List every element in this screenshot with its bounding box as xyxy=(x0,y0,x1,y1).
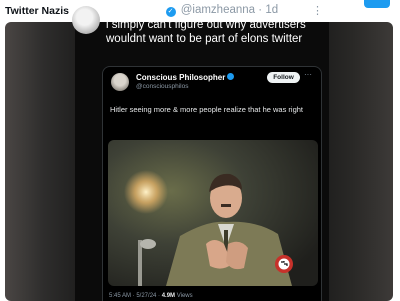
verified-badge-icon: ✓ xyxy=(165,7,176,17)
separator-dot: · xyxy=(258,4,263,16)
quote-author-handle[interactable]: @consciousphilos xyxy=(136,83,189,90)
quote-image-graphic xyxy=(108,140,318,286)
author-name[interactable]: apophene xyxy=(106,4,160,16)
quote-verified-badge-icon xyxy=(227,73,235,80)
tweet-header: apophene ✓ @iamzheanna · 1d xyxy=(106,4,278,17)
screenshot: Twitter Nazis apophene ✓ @iamzheanna · 1… xyxy=(0,0,400,301)
quote-image[interactable] xyxy=(108,140,318,286)
quote-text: Hitler seeing more & more people realize… xyxy=(110,105,304,114)
quoted-tweet[interactable]: Conscious Philosopher @consciousphilos F… xyxy=(102,66,322,301)
quote-author-name[interactable]: Conscious Philosopher xyxy=(136,73,225,82)
quote-author-avatar[interactable] xyxy=(111,73,129,91)
tweet-time[interactable]: 1d xyxy=(265,4,278,16)
quote-timestamp[interactable]: 5:45 AM · 5/27/24 · xyxy=(109,293,160,299)
quote-more-icon[interactable]: ··· xyxy=(304,70,312,79)
more-options-icon[interactable]: ⋮ xyxy=(312,4,323,17)
quote-metadata: 5:45 AM · 5/27/24 · 4.9M Views xyxy=(109,293,193,299)
author-avatar[interactable] xyxy=(72,6,100,34)
quote-views-label: Views xyxy=(176,293,193,299)
quote-author-row: Conscious Philosopher xyxy=(136,73,235,82)
page-title: Twitter Nazis xyxy=(5,5,69,17)
tweet-text: i simply can't figure out why advertiser… xyxy=(106,19,306,45)
author-handle[interactable]: @iamzheanna xyxy=(181,4,255,16)
quote-views-count: 4.9M xyxy=(161,293,176,299)
header-action-button[interactable] xyxy=(364,0,390,8)
follow-button[interactable]: Follow xyxy=(267,72,300,83)
